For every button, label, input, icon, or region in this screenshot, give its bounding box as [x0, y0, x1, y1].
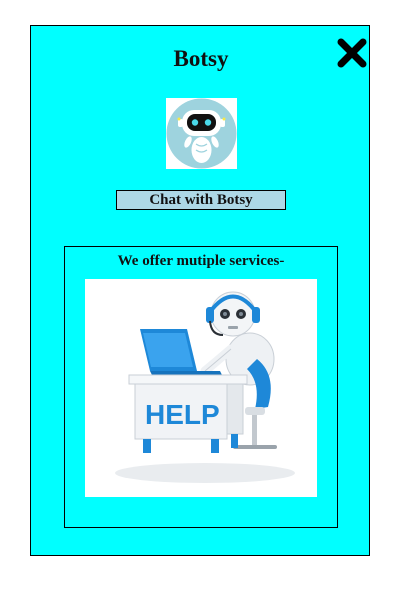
chat-panel: Botsy Chat with Botsy We offer mutiple s…	[30, 25, 370, 556]
bot-avatar	[166, 98, 237, 169]
robot-avatar-icon	[166, 98, 237, 169]
page-title: Botsy	[173, 46, 229, 71]
chat-with-botsy-button[interactable]: Chat with Botsy	[116, 190, 286, 210]
help-desk-robot-image: HELP	[85, 279, 317, 497]
services-heading: We offer mutiple services-	[117, 253, 285, 269]
services-section: We offer mutiple services- HELP	[64, 246, 338, 528]
help-desk-robot-illustration: HELP	[115, 291, 295, 483]
help-text: HELP	[145, 399, 220, 430]
